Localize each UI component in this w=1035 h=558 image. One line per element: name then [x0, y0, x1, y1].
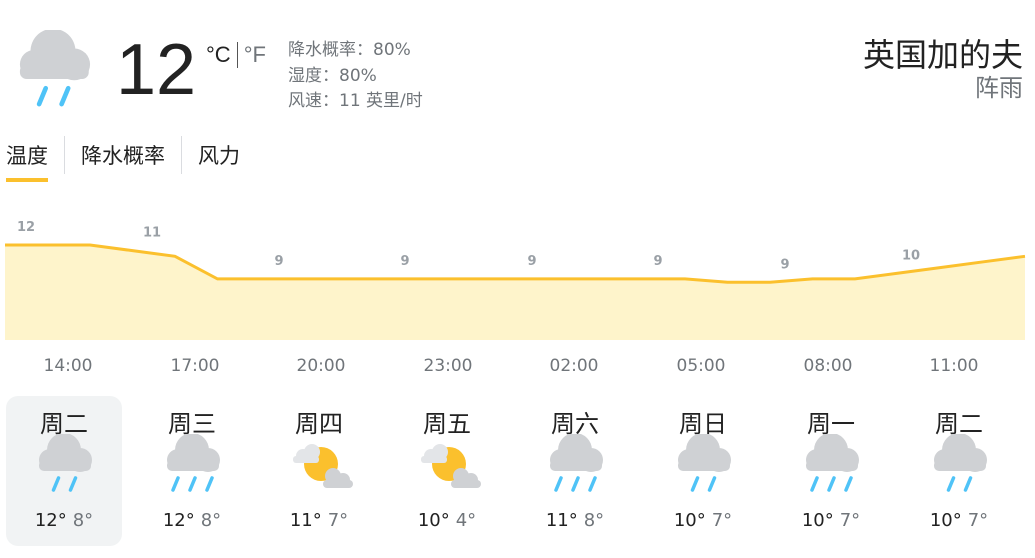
day-forecast-item[interactable]: 周二 10° 7°	[901, 396, 1017, 546]
heavy-rain-cloud-icon	[797, 433, 865, 498]
day-temperatures: 11° 7°	[261, 510, 377, 531]
high-temperature: 10°	[417, 510, 450, 531]
partly-cloudy-icon	[413, 434, 481, 498]
weather-condition: 阵雨	[975, 74, 1023, 102]
day-temperatures: 10° 7°	[645, 510, 761, 531]
hour-tick-label: 11:00	[929, 356, 979, 376]
day-forecast-item[interactable]: 周三 12° 8°	[134, 396, 250, 546]
low-temperature: 7°	[711, 510, 733, 531]
temperature-data-label: 9	[780, 257, 789, 272]
day-forecast-item[interactable]: 周五 10° 4°	[389, 396, 505, 546]
rain-cloud-icon	[669, 433, 737, 498]
temperature-chart: 12 11 9 9 9 9 9 10	[5, 220, 1026, 340]
chart-tabs: 温度 降水概率 风力	[4, 136, 256, 186]
low-temperature: 7°	[967, 510, 989, 531]
hour-tick-label: 02:00	[549, 356, 599, 376]
temperature-data-label: 9	[653, 254, 662, 269]
high-temperature: 12°	[34, 510, 67, 531]
rain-cloud-icon	[30, 433, 98, 498]
hour-tick-label: 14:00	[43, 356, 93, 376]
day-temperatures: 12° 8°	[134, 510, 250, 531]
day-temperatures: 11° 8°	[517, 510, 633, 531]
weather-details: 降水概率：80% 湿度：80% 风速：11 英里/时	[288, 38, 423, 115]
precipitation-detail: 降水概率：80%	[288, 40, 411, 60]
temperature-data-label: 9	[400, 254, 409, 269]
high-temperature: 11°	[289, 510, 322, 531]
temperature-area	[5, 245, 1025, 340]
temperature-data-label: 12	[17, 220, 35, 235]
current-temperature: 12	[116, 30, 197, 110]
celsius-unit[interactable]: °C	[206, 42, 231, 68]
low-temperature: 7°	[839, 510, 861, 531]
temperature-data-label: 9	[274, 254, 283, 269]
low-temperature: 7°	[327, 510, 349, 531]
low-temperature: 4°	[455, 510, 477, 531]
temperature-data-label: 11	[143, 226, 161, 241]
high-temperature: 10°	[929, 510, 962, 531]
day-temperatures: 12° 8°	[6, 510, 122, 531]
hour-tick-label: 17:00	[170, 356, 220, 376]
fahrenheit-unit[interactable]: °F	[244, 42, 266, 68]
heavy-rain-cloud-icon	[541, 433, 609, 498]
wind-detail: 风速：11 英里/时	[288, 91, 423, 111]
temperature-data-label: 9	[527, 254, 536, 269]
day-temperatures: 10° 7°	[773, 510, 889, 531]
unit-divider	[236, 42, 238, 68]
humidity-detail: 湿度：80%	[288, 65, 377, 86]
high-temperature: 11°	[545, 510, 578, 531]
day-forecast-item[interactable]: 周二 12° 8°	[6, 396, 122, 546]
hour-tick-label: 05:00	[676, 356, 726, 376]
hour-tick-label: 08:00	[803, 356, 853, 376]
tab-temperature[interactable]: 温度	[4, 136, 64, 182]
partly-cloudy-icon	[285, 434, 353, 498]
high-temperature: 10°	[801, 510, 834, 531]
heavy-rain-cloud-icon	[158, 433, 226, 498]
daily-forecast: 周二 12° 8° 周三 12° 8° 周四 11° 7° 周五 10° 4° 周六 11° 8° 周日…	[0, 396, 1035, 548]
high-temperature: 10°	[673, 510, 706, 531]
day-temperatures: 10° 7°	[901, 510, 1017, 531]
current-weather-icon	[8, 28, 98, 114]
hour-axis: 14:00 17:00 20:00 23:00 02:00 05:00 08:00 11:00	[0, 356, 1035, 380]
tab-wind[interactable]: 风力	[181, 136, 256, 174]
rain-cloud-icon	[925, 433, 993, 498]
tab-precipitation[interactable]: 降水概率	[64, 136, 181, 174]
hour-tick-label: 20:00	[296, 356, 346, 376]
day-forecast-item[interactable]: 周四 11° 7°	[261, 396, 377, 546]
day-forecast-item[interactable]: 周六 11° 8°	[517, 396, 633, 546]
unit-toggle: °C °F	[206, 42, 266, 68]
day-temperatures: 10° 4°	[389, 510, 505, 531]
low-temperature: 8°	[200, 510, 222, 531]
high-temperature: 12°	[162, 510, 195, 531]
day-forecast-item[interactable]: 周日 10° 7°	[645, 396, 761, 546]
low-temperature: 8°	[72, 510, 94, 531]
temperature-data-label: 10	[902, 248, 920, 263]
low-temperature: 8°	[583, 510, 605, 531]
hour-tick-label: 23:00	[423, 356, 473, 376]
day-forecast-item[interactable]: 周一 10° 7°	[773, 396, 889, 546]
